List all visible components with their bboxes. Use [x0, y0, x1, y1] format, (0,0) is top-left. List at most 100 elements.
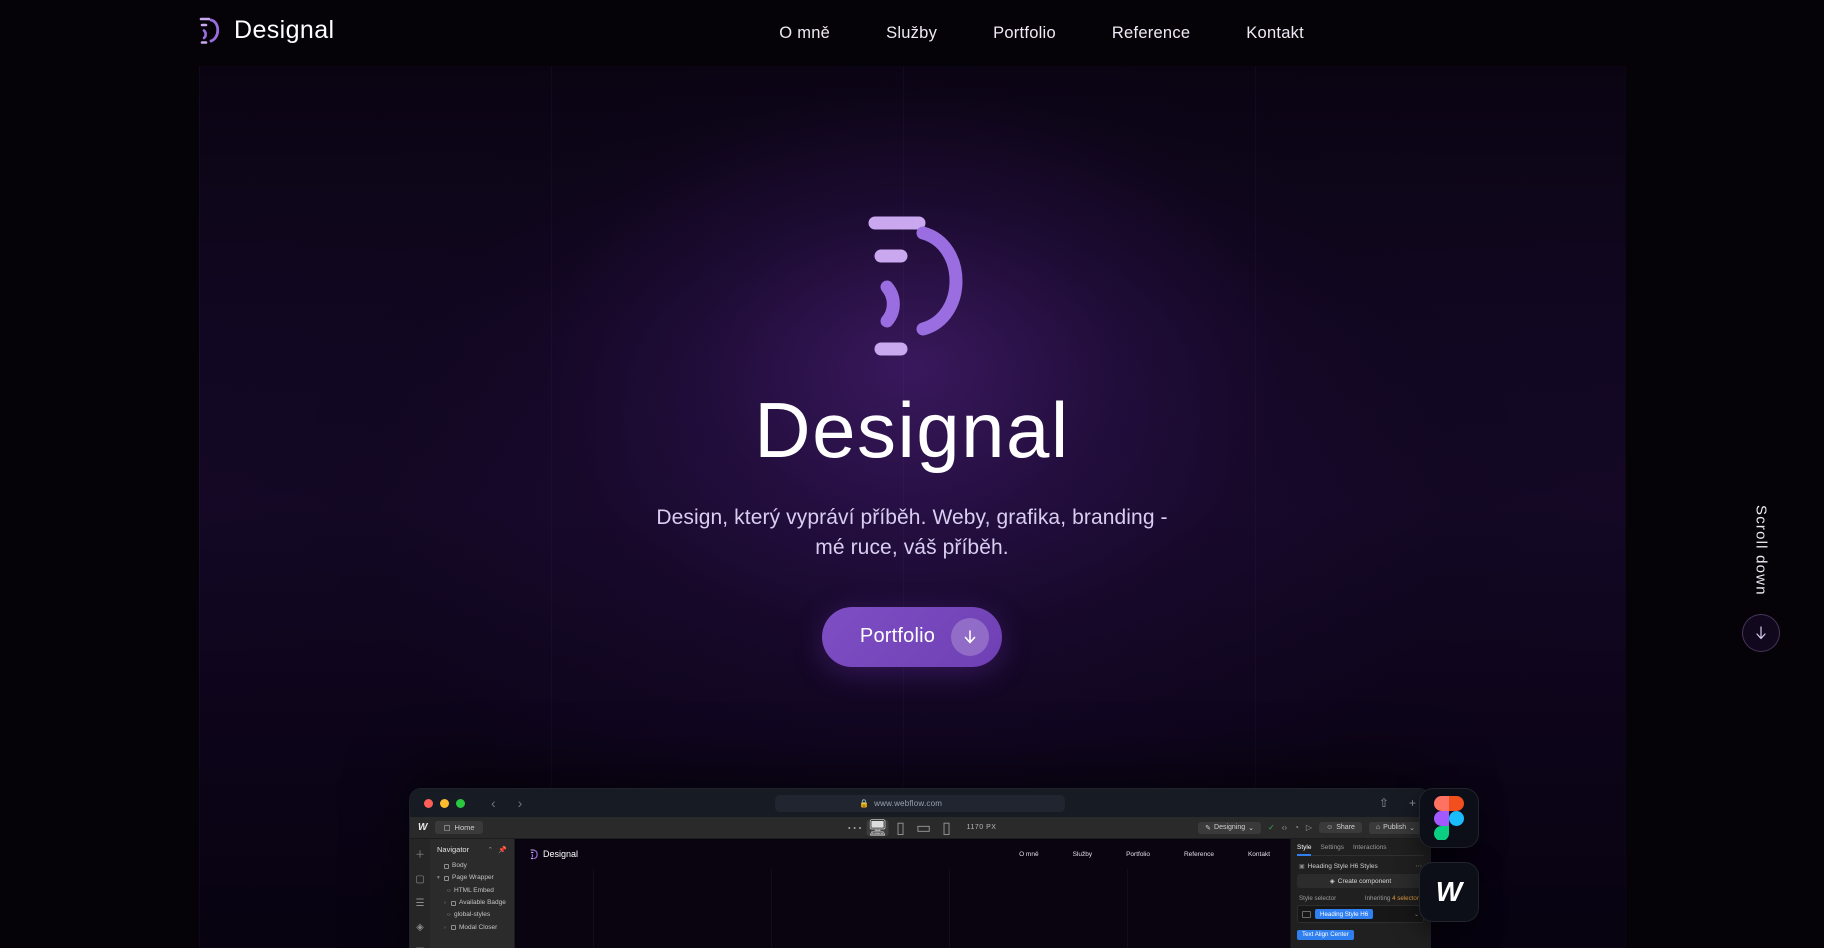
canvas-nav-item[interactable]: Portfolio — [1126, 851, 1150, 858]
code-icon[interactable]: ‹› — [1282, 823, 1287, 832]
canvas-brand-label: Designal — [543, 849, 579, 859]
code-icon: ‹› — [447, 912, 451, 919]
webflow-toolbar-actions: ✎ Designing ⌄ ✓ ‹› ◔ ▷ ☺ Share ⌂ Publish… — [1198, 821, 1422, 834]
components-icon[interactable]: ◈ — [416, 922, 424, 933]
hero-subtitle: Design, který vypráví příběh. Weby, graf… — [656, 506, 1168, 559]
pages-icon[interactable]: ▢ — [415, 874, 424, 885]
plus-icon[interactable]: + — [1409, 796, 1416, 810]
nav-links: O mně Služby Portfolio Reference Kontakt — [779, 0, 1824, 66]
tree-item[interactable]: Body — [437, 860, 507, 872]
navigator-tree: Body ▾ Page Wrapper ‹› HTML Embed › Avai… — [437, 860, 507, 934]
share-icon[interactable]: ⇧ — [1379, 796, 1389, 810]
nav-item-reference[interactable]: Reference — [1112, 24, 1190, 43]
brand-logo[interactable]: Designal — [196, 13, 334, 47]
navigator-title: Navigator — [437, 845, 470, 854]
box-icon — [444, 876, 449, 882]
breakpoint-switcher: ⋯ 🖥 ▯ ▭ ▯ 1170 PX — [844, 819, 997, 837]
close-window-dot[interactable] — [424, 798, 433, 808]
navigator-icon[interactable]: ☰ — [416, 898, 425, 909]
share-label: Share — [1336, 824, 1355, 831]
canvas-nav-item[interactable]: Reference — [1184, 851, 1214, 858]
nav-item-sluzby[interactable]: Služby — [886, 24, 937, 43]
navigator-panel: Navigator ⌃ 📌 Body ▾ Page Wrapper ‹› HTM… — [430, 839, 515, 948]
component-icon: ◈ — [1329, 878, 1335, 885]
style-panel-tabs: Style Settings Interactions — [1297, 844, 1424, 856]
webflow-badge[interactable]: W — [1419, 862, 1479, 922]
desktop-icon[interactable]: 🖥 — [866, 819, 889, 837]
scroll-down-button[interactable] — [1742, 613, 1780, 652]
figma-icon — [1434, 796, 1464, 840]
tablet-icon[interactable]: ▯ — [890, 820, 912, 837]
maximize-window-dot[interactable] — [456, 798, 465, 808]
nav-item-o-mne[interactable]: O mně — [779, 24, 830, 43]
top-navigation-bar: Designal O mně Služby Portfolio Referenc… — [0, 0, 1824, 66]
canvas-nav-links: O mně Služby Portfolio Reference Kontakt — [1019, 851, 1276, 858]
browser-url-bar[interactable]: 🔒 www.webflow.com — [775, 794, 1065, 812]
tab-interactions[interactable]: Interactions — [1353, 844, 1387, 851]
pin-icon[interactable]: 📌 — [498, 846, 507, 854]
mobile-icon[interactable]: ▯ — [936, 820, 958, 837]
webflow-canvas: Designal O mně Služby Portfolio Referenc… — [515, 839, 1290, 948]
page-tab-home[interactable]: ▢ Home — [435, 821, 483, 834]
selector-value: Heading Style H6 — [1315, 909, 1374, 919]
webflow-toolbar: W ▢ Home ⋯ 🖥 ▯ ▭ ▯ 1170 PX ✎ Designing ⌄… — [410, 817, 1430, 839]
canvas-nav-item[interactable]: Služby — [1073, 851, 1093, 858]
tree-item[interactable]: ‹› HTML Embed — [437, 885, 507, 897]
page-icon: ▢ — [443, 823, 451, 832]
scroll-down-indicator[interactable]: Scroll down — [1742, 505, 1780, 652]
preview-icon[interactable]: ◔ — [1294, 823, 1299, 832]
nav-item-portfolio[interactable]: Portfolio — [993, 24, 1056, 43]
chevron-down-icon: ⌄ — [1409, 824, 1415, 832]
check-circle-icon[interactable]: ✓ — [1268, 823, 1275, 832]
tree-item-label: HTML Embed — [454, 886, 494, 894]
style-selector-field[interactable]: Heading Style H6 ⌄ — [1297, 905, 1424, 923]
publish-button[interactable]: ⌂ Publish ⌄ — [1368, 821, 1422, 834]
element-icon: ▣ — [1299, 863, 1305, 870]
chevron-left-icon[interactable]: ‹ — [491, 795, 496, 811]
canvas-nav-item[interactable]: Kontakt — [1248, 851, 1270, 858]
tree-item[interactable]: › Modal Closer — [437, 922, 507, 934]
tree-caret: ▾ — [437, 875, 440, 882]
tree-item-label: Body — [452, 862, 467, 869]
create-component-button[interactable]: ◈ Create component — [1297, 874, 1424, 888]
inheriting-label: Inheriting — [1364, 895, 1391, 902]
tree-caret: › — [444, 924, 446, 931]
tab-style[interactable]: Style — [1297, 844, 1312, 856]
ellipsis-icon[interactable]: ⋯ — [844, 820, 866, 837]
add-element-icon[interactable]: ＋ — [415, 846, 425, 861]
share-button[interactable]: ☺ Share — [1319, 822, 1362, 833]
play-icon[interactable]: ▷ — [1306, 823, 1312, 832]
tab-settings[interactable]: Settings — [1320, 844, 1344, 851]
minimize-window-dot[interactable] — [440, 798, 449, 808]
selector-type-icon — [1302, 910, 1311, 918]
browser-chrome: ‹ › 🔒 www.webflow.com ⇧ + — [410, 789, 1430, 817]
tree-item-label: Modal Closer — [459, 923, 498, 931]
arrow-down-icon — [1756, 626, 1766, 639]
mode-chip-label: Designing — [1214, 824, 1246, 831]
nav-item-kontakt[interactable]: Kontakt — [1246, 24, 1304, 43]
hero-section: Designal Design, který vypráví příběh. W… — [0, 66, 1824, 766]
tree-item[interactable]: › Available Badge — [437, 897, 507, 909]
browser-mockup: ‹ › 🔒 www.webflow.com ⇧ + W ▢ Home ⋯ 🖥 ▯ — [409, 788, 1431, 948]
cta-label: Portfolio — [859, 625, 936, 648]
arrow-down-icon — [951, 617, 990, 656]
code-icon: ‹› — [447, 887, 451, 894]
style-selector-label: Style selector — [1299, 895, 1337, 902]
tree-item[interactable]: ‹› global-styles — [437, 909, 507, 921]
tablet-landscape-icon[interactable]: ▭ — [913, 820, 935, 837]
canvas-nav-item[interactable]: O mně — [1019, 851, 1039, 858]
breakpoint-label: 1170 PX — [966, 824, 997, 831]
designal-signal-mark-icon — [196, 13, 224, 47]
browser-nav-arrows: ‹ › — [491, 795, 522, 811]
tree-item[interactable]: ▾ Page Wrapper — [437, 872, 507, 884]
webflow-icon: W — [418, 822, 428, 833]
url-text: www.webflow.com — [874, 798, 943, 808]
mode-chip-designing[interactable]: ✎ Designing ⌄ — [1198, 821, 1262, 834]
figma-badge[interactable] — [1419, 788, 1479, 848]
traffic-light-buttons[interactable] — [424, 798, 465, 808]
portfolio-cta-button[interactable]: Portfolio — [821, 606, 1003, 667]
webflow-workspace: ＋ ▢ ☰ ◈ ◪ ◩ Navigator ⌃ 📌 — [410, 839, 1430, 948]
collapse-icon[interactable]: ⌃ — [487, 846, 493, 854]
chevron-right-icon[interactable]: › — [518, 795, 523, 811]
webflow-icon: W — [1435, 876, 1463, 907]
